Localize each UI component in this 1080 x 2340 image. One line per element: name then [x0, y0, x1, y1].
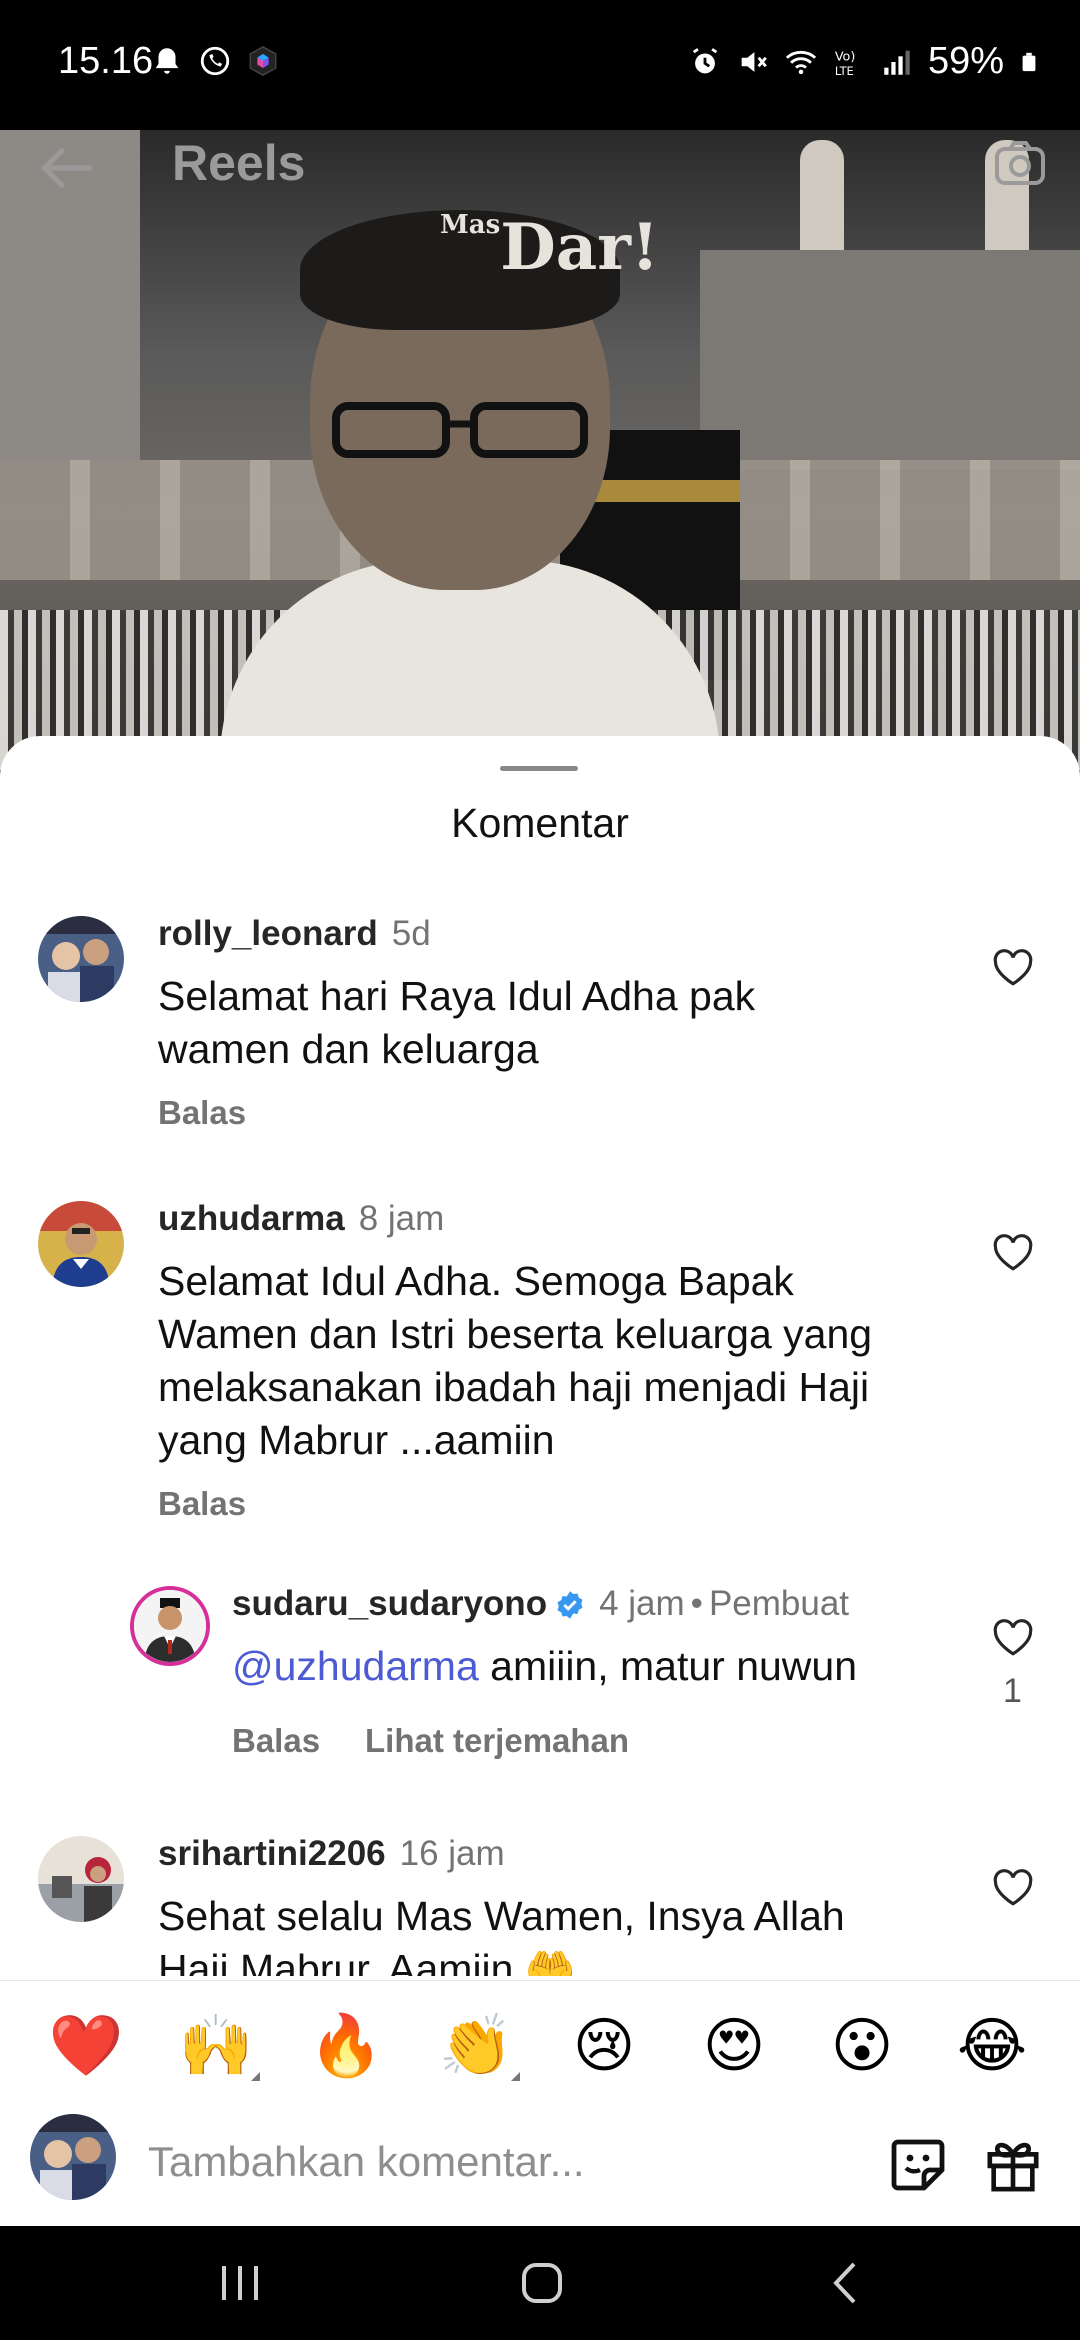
reels-title: Reels — [172, 135, 306, 191]
reel-video-frame[interactable]: MasDar! — [0, 130, 1080, 770]
camera-icon[interactable] — [994, 140, 1046, 186]
comment-text: Selamat hari Raya Idul Adha pak wamen da… — [158, 973, 756, 1072]
comment-composer — [0, 2100, 1080, 2226]
comment-time: 16 jam — [399, 1834, 505, 1873]
sticker-icon[interactable] — [888, 2134, 948, 2194]
reaction-crying[interactable]: 😢 — [566, 2011, 642, 2081]
comments-list[interactable]: rolly_leonard 5d Selamat hari Raya Idul A… — [0, 896, 1080, 1976]
comment-text: @uzhudarma amiiin, matur nuwun — [232, 1643, 858, 1689]
recent-apps-icon[interactable] — [210, 2256, 270, 2310]
battery-icon — [1022, 52, 1036, 71]
back-icon[interactable] — [816, 2256, 876, 2310]
reaction-raised-hands[interactable]: 🙌 — [178, 2011, 260, 2081]
reaction-heart[interactable]: ❤️ — [48, 2011, 124, 2081]
separator-dot: • — [690, 1584, 703, 1623]
comment-text: Selamat Idul Adha. Semoga Bapak Wamen da… — [158, 1258, 873, 1463]
like-count: 1 — [1003, 1672, 1022, 1710]
mention-link[interactable]: @uzhudarma — [232, 1643, 479, 1689]
reaction-fire[interactable]: 🔥 — [308, 2011, 384, 2081]
heart-icon[interactable] — [992, 1618, 1034, 1658]
comment-username[interactable]: sudaru_sudaryono 4 jam • Pembuat — [232, 1584, 849, 1624]
drag-handle[interactable] — [500, 766, 578, 771]
comment-input[interactable] — [148, 2130, 708, 2194]
comment-username[interactable]: uzhudarma 8 jam — [158, 1199, 444, 1239]
heart-icon[interactable] — [992, 948, 1034, 988]
avatar[interactable] — [38, 1836, 124, 1922]
skin-tone-indicator — [251, 2072, 260, 2081]
home-icon[interactable] — [512, 2256, 572, 2310]
svg-text:LTE: LTE — [835, 63, 854, 77]
battery-percent: 59% — [927, 40, 1004, 82]
quick-reactions-bar: ❤️ 🙌 🔥 👏 😢 😍 😮 😂 — [0, 1980, 1080, 2100]
sheet-title: Komentar — [451, 800, 629, 846]
avatar[interactable] — [38, 1201, 124, 1287]
svg-text:Vo): Vo) — [835, 49, 856, 64]
back-arrow-icon[interactable] — [38, 146, 94, 190]
creator-label: Pembuat — [708, 1584, 850, 1623]
status-right: Vo) LTE 59% — [688, 40, 1040, 83]
comment-time: 8 jam — [358, 1199, 445, 1238]
reaction-surprised[interactable]: 😮 — [824, 2011, 900, 2081]
mute-icon — [741, 51, 767, 72]
alarm-icon — [692, 47, 718, 73]
avatar[interactable] — [38, 916, 124, 1002]
app-icon — [249, 46, 277, 76]
whatsapp-icon — [200, 46, 230, 76]
see-translation-button[interactable]: Lihat terjemahan — [365, 1722, 629, 1760]
comment-text: Sehat selalu Mas Wamen, Insya Allah Haji… — [158, 1893, 845, 1976]
comment-time: 4 jam — [599, 1584, 685, 1623]
heart-icon[interactable] — [992, 1233, 1034, 1273]
avatar — [30, 2114, 116, 2200]
status-bar: 15.16 Vo) LTE 59% — [0, 0, 1080, 130]
volte-icon: Vo)LTE — [835, 49, 856, 77]
heart-icon[interactable] — [992, 1868, 1034, 1908]
reaction-laughing[interactable]: 😂 — [954, 2011, 1030, 2081]
comment-time: 5d — [391, 914, 431, 953]
building-shape — [700, 250, 1080, 470]
skin-tone-indicator — [511, 2072, 520, 2081]
reply-button[interactable]: Balas — [158, 1094, 246, 1132]
status-left-icons — [150, 44, 280, 78]
gift-icon[interactable] — [984, 2134, 1042, 2194]
wifi-icon — [785, 50, 817, 74]
reply-button[interactable]: Balas — [158, 1485, 246, 1523]
comment-username[interactable]: rolly_leonard 5d — [158, 914, 431, 954]
avatar[interactable] — [130, 1586, 210, 1666]
status-time: 15.16 — [58, 40, 154, 82]
verified-badge-icon — [557, 1591, 583, 1619]
signal-icon — [884, 50, 910, 75]
bell-icon — [155, 48, 179, 74]
reaction-heart-eyes[interactable]: 😍 — [696, 2011, 772, 2081]
reaction-clap[interactable]: 👏 — [438, 2011, 520, 2081]
system-nav-bar — [0, 2226, 1080, 2340]
comment-username[interactable]: srihartini2206 16 jam — [158, 1834, 505, 1874]
reply-button[interactable]: Balas — [232, 1722, 320, 1760]
reel-watermark: MasDar! — [440, 210, 660, 285]
glasses-shape — [332, 402, 588, 458]
